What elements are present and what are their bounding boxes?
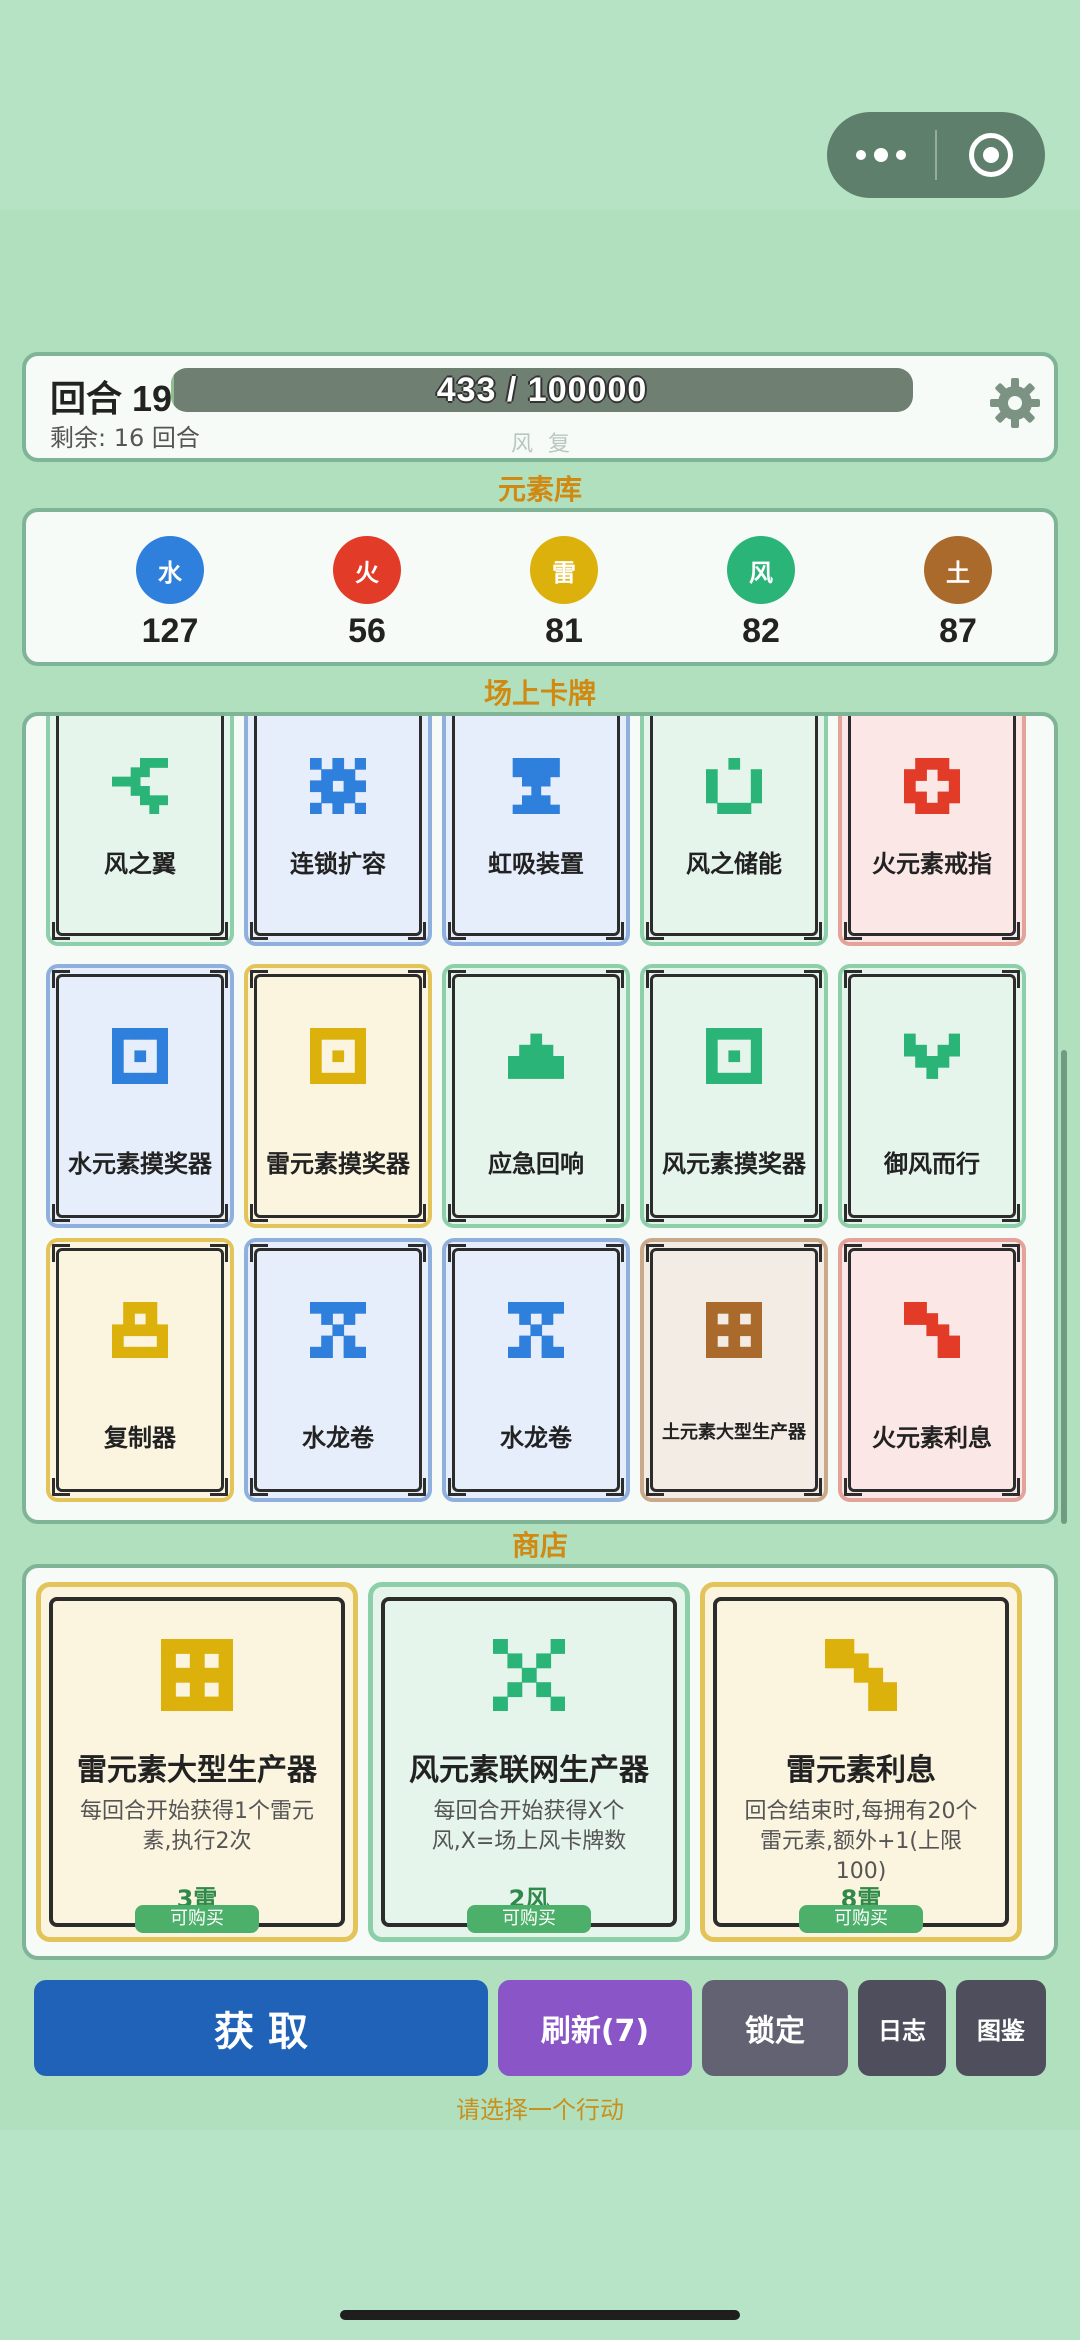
chain-expand-icon: [310, 758, 367, 815]
elements-section-title: 元素库: [497, 473, 582, 506]
buy-button[interactable]: 可购买: [135, 1905, 259, 1933]
ring-icon: [904, 758, 961, 815]
shop-card-description: 每回合开始获得1个雷元素,执行2次: [80, 1799, 314, 1854]
board-card-name: 风之储能: [686, 850, 782, 878]
board-card-name: 应急回响: [488, 1150, 584, 1178]
shop-card[interactable]: 雷元素大型生产器 每回合开始获得1个雷元素,执行2次 3雷 可购买: [36, 1582, 358, 1942]
element-water-badge: 水: [136, 536, 204, 604]
shop-card-description: 回合结束时,每拥有20个雷元素,额外+1(上限100): [744, 1799, 978, 1884]
board-card[interactable]: 雷元素摸奖器: [244, 964, 432, 1228]
board-card-name: 雷元素摸奖器: [266, 1150, 410, 1178]
board-card[interactable]: 火元素戒指: [838, 716, 1026, 946]
board-card-name: 火元素戒指: [872, 850, 992, 878]
lottery-box-icon: [112, 1028, 169, 1085]
log-button[interactable]: 日志: [858, 1980, 946, 2076]
board-card-name: 御风而行: [884, 1150, 980, 1178]
element-earth-badge: 土: [924, 536, 992, 604]
board-card-name: 火元素利息: [872, 1424, 992, 1452]
element-wind-count: 82: [742, 612, 780, 650]
remaining-rounds: 剩余: 16 回合: [50, 424, 200, 452]
board-card[interactable]: 御风而行: [838, 964, 1026, 1228]
interest-icon: [904, 1302, 961, 1359]
interest-icon: [825, 1639, 898, 1712]
waterspout-icon: [310, 1302, 367, 1359]
shop-section-title: 商店: [511, 1529, 568, 1562]
board-card-name: 水元素摸奖器: [68, 1150, 212, 1178]
board-card[interactable]: 应急回响: [442, 964, 630, 1228]
board-card[interactable]: 火元素利息: [838, 1238, 1026, 1502]
action-hint: 请选择一个行动: [456, 2096, 624, 2124]
siphon-icon: [508, 758, 564, 815]
board-card[interactable]: 风之储能: [640, 716, 828, 946]
round-label: 回合 19: [50, 378, 173, 419]
score-progress-text: 433 / 100000: [436, 371, 648, 409]
shop-card-title: 风元素联网生产器: [409, 1753, 649, 1788]
board-section-title: 场上卡牌: [483, 677, 596, 710]
board-scrollbar[interactable]: [1061, 1050, 1067, 1524]
refresh-button[interactable]: 刷新(7): [498, 1980, 692, 2076]
element-earth-count: 87: [939, 612, 977, 650]
board-card-name: 风之翼: [104, 850, 176, 878]
close-mini-program-button[interactable]: [937, 112, 1045, 198]
buy-button[interactable]: 可购买: [799, 1905, 923, 1933]
board-card-name: 水龙卷: [302, 1424, 374, 1452]
board-card-name: 风元素摸奖器: [662, 1150, 806, 1178]
board-card[interactable]: 连锁扩容: [244, 716, 432, 946]
faint-status-text: 风 复: [511, 432, 574, 457]
board-card-name: 连锁扩容: [290, 850, 386, 878]
element-fire-count: 56: [348, 612, 386, 650]
board-card[interactable]: 水龙卷: [442, 1238, 630, 1502]
lock-button[interactable]: 锁定: [702, 1980, 848, 2076]
waterspout-icon: [508, 1302, 565, 1359]
element-fire: 火 56: [317, 536, 417, 651]
board-cards-panel: 风之翼 连锁扩容 虹吸装置 风之储能 火元素戒指水元素摸奖器 雷元素摸奖器 应急回响 风元素摸…: [22, 712, 1058, 1524]
shop-card-description: 每回合开始获得X个风,X=场上风卡牌数: [431, 1799, 627, 1854]
element-thunder-badge: 雷: [530, 536, 598, 604]
wind-storage-icon: [706, 758, 763, 815]
element-wind-badge: 风: [727, 536, 795, 604]
shop-card-title: 雷元素利息: [786, 1753, 936, 1788]
element-fire-badge: 火: [333, 536, 401, 604]
home-indicator: [340, 2310, 740, 2320]
large-generator-icon: [706, 1302, 763, 1359]
shop-card[interactable]: 风元素联网生产器 每回合开始获得X个风,X=场上风卡牌数 2风 可购买: [368, 1582, 690, 1942]
acquire-button[interactable]: 获 取: [34, 1980, 488, 2076]
wind-walk-icon: [904, 1028, 961, 1084]
round-header: 回合 19 剩余: 16 回合 433 / 100000 风 复: [22, 352, 1058, 462]
shop-card-title: 雷元素大型生产器: [77, 1753, 317, 1788]
board-card[interactable]: 水元素摸奖器: [46, 964, 234, 1228]
board-card[interactable]: 复制器: [46, 1238, 234, 1502]
element-water-count: 127: [141, 612, 199, 650]
board-card[interactable]: 虹吸装置: [442, 716, 630, 946]
board-card-name: 虹吸装置: [488, 850, 584, 878]
element-earth: 土 87: [908, 536, 1008, 651]
large-generator-icon: [161, 1639, 234, 1712]
settings-gear-icon[interactable]: [988, 376, 1042, 430]
board-card[interactable]: 土元素大型生产器: [640, 1238, 828, 1502]
score-progress-bar: 433 / 100000: [171, 368, 913, 412]
board-card-name: 水龙卷: [500, 1424, 572, 1452]
shop-card[interactable]: 雷元素利息 回合结束时,每拥有20个雷元素,额外+1(上限100) 8雷 可购买: [700, 1582, 1022, 1942]
element-water: 水 127: [120, 536, 220, 651]
board-card[interactable]: 水龙卷: [244, 1238, 432, 1502]
lottery-box-icon: [310, 1028, 367, 1085]
copier-icon: [112, 1302, 169, 1359]
element-thunder: 雷 81: [514, 536, 614, 651]
target-icon: [969, 133, 1013, 177]
board-card-name: 土元素大型生产器: [662, 1422, 806, 1443]
lottery-box-icon: [706, 1028, 763, 1085]
echo-icon: [508, 1028, 565, 1084]
wing-icon: [112, 758, 169, 815]
element-wind: 风 82: [711, 536, 811, 651]
buy-button[interactable]: 可购买: [467, 1905, 591, 1933]
network-generator-icon: [493, 1639, 566, 1712]
board-card-name: 复制器: [104, 1424, 176, 1452]
element-pool-panel: 水 127 火 56 雷 81 风 82 土 87: [22, 508, 1058, 666]
more-menu-button[interactable]: [827, 112, 935, 198]
board-card[interactable]: 风之翼: [46, 716, 234, 946]
board-card[interactable]: 风元素摸奖器: [640, 964, 828, 1228]
codex-button[interactable]: 图鉴: [956, 1980, 1046, 2076]
mini-program-capsule: [827, 112, 1045, 198]
element-thunder-count: 81: [545, 612, 583, 650]
